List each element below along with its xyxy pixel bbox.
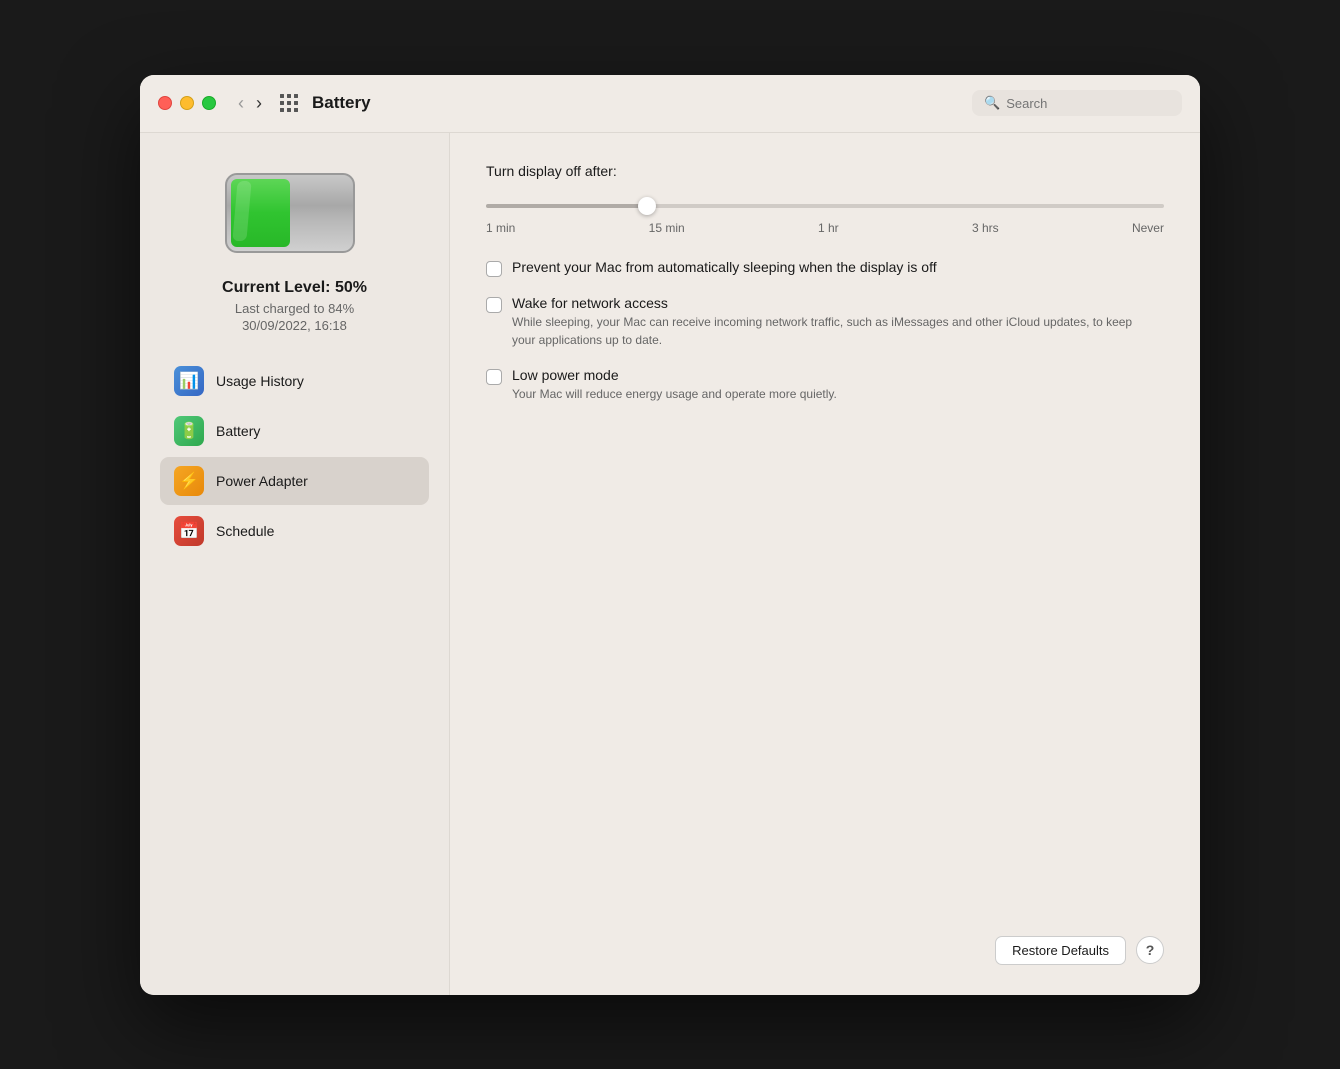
slider-label-3hrs: 3 hrs — [972, 221, 999, 235]
grid-dot — [280, 94, 284, 98]
wake-network-text: Wake for network access While sleeping, … — [512, 295, 1152, 349]
slider-labels: 1 min 15 min 1 hr 3 hrs Never — [486, 221, 1164, 235]
sidebar-item-battery[interactable]: 🔋 Battery — [160, 407, 429, 455]
sidebar-nav: 📊 Usage History 🔋 Battery ⚡ Power Adapter 📅 Sch… — [140, 357, 449, 555]
wake-network-desc: While sleeping, your Mac can receive inc… — [512, 313, 1152, 349]
battery-stats: Current Level: 50% Last charged to 84% 3… — [222, 279, 367, 333]
search-bar[interactable]: 🔍 — [972, 90, 1182, 116]
current-level: Current Level: 50% — [222, 279, 367, 297]
prevent-sleep-title: Prevent your Mac from automatically slee… — [512, 259, 937, 275]
help-button[interactable]: ? — [1136, 936, 1164, 964]
option-wake-network: Wake for network access While sleeping, … — [486, 295, 1164, 349]
grid-dot — [287, 101, 291, 105]
low-power-desc: Your Mac will reduce energy usage and op… — [512, 385, 837, 403]
schedule-label: Schedule — [216, 523, 274, 539]
nav-buttons: ‹ › — [234, 92, 266, 114]
battery-tip — [353, 201, 355, 225]
battery-label: Battery — [216, 423, 260, 439]
prevent-sleep-text: Prevent your Mac from automatically slee… — [512, 259, 937, 277]
bottom-bar: Restore Defaults ? — [486, 920, 1164, 965]
minimize-button[interactable] — [180, 96, 194, 110]
slider-label-15min: 15 min — [649, 221, 685, 235]
grid-dot — [287, 94, 291, 98]
prevent-sleep-checkbox[interactable] — [486, 261, 502, 277]
wake-network-title: Wake for network access — [512, 295, 1152, 311]
forward-button[interactable]: › — [252, 92, 266, 114]
grid-dot — [294, 108, 298, 112]
schedule-icon: 📅 — [174, 516, 204, 546]
slider-label-1min: 1 min — [486, 221, 515, 235]
slider-label-never: Never — [1132, 221, 1164, 235]
display-off-label: Turn display off after: — [486, 163, 1164, 179]
back-button[interactable]: ‹ — [234, 92, 248, 114]
close-button[interactable] — [158, 96, 172, 110]
battery-illustration — [225, 173, 365, 263]
grid-dot — [294, 94, 298, 98]
usage-history-label: Usage History — [216, 373, 304, 389]
search-icon: 🔍 — [984, 95, 1000, 111]
slider-range — [486, 195, 1164, 213]
traffic-lights — [158, 96, 216, 110]
sidebar: Current Level: 50% Last charged to 84% 3… — [140, 133, 450, 995]
grid-dot — [280, 108, 284, 112]
option-prevent-sleep: Prevent your Mac from automatically slee… — [486, 259, 1164, 277]
low-power-checkbox[interactable] — [486, 369, 502, 385]
window-title: Battery — [312, 93, 371, 113]
options-section: Prevent your Mac from automatically slee… — [486, 259, 1164, 920]
usage-history-icon: 📊 — [174, 366, 204, 396]
battery-body — [225, 173, 355, 253]
grid-icon[interactable] — [280, 94, 298, 112]
grid-dot — [280, 101, 284, 105]
last-charged: Last charged to 84% — [222, 301, 367, 316]
slider-container: 1 min 15 min 1 hr 3 hrs Never — [486, 195, 1164, 235]
battery-icon: 🔋 — [174, 416, 204, 446]
power-adapter-label: Power Adapter — [216, 473, 308, 489]
content-panel: Turn display off after: 1 min 15 min 1 h… — [450, 133, 1200, 995]
titlebar: ‹ › Battery 🔍 — [140, 75, 1200, 133]
sidebar-item-usage-history[interactable]: 📊 Usage History — [160, 357, 429, 405]
grid-dot — [294, 101, 298, 105]
search-input[interactable] — [1006, 96, 1170, 111]
option-low-power: Low power mode Your Mac will reduce ener… — [486, 367, 1164, 403]
charge-date: 30/09/2022, 16:18 — [222, 318, 367, 333]
power-adapter-icon: ⚡ — [174, 466, 204, 496]
wake-network-checkbox[interactable] — [486, 297, 502, 313]
restore-defaults-button[interactable]: Restore Defaults — [995, 936, 1126, 965]
sidebar-item-power-adapter[interactable]: ⚡ Power Adapter — [160, 457, 429, 505]
low-power-text: Low power mode Your Mac will reduce ener… — [512, 367, 837, 403]
grid-dot — [287, 108, 291, 112]
main-content: Current Level: 50% Last charged to 84% 3… — [140, 133, 1200, 995]
maximize-button[interactable] — [202, 96, 216, 110]
main-window: ‹ › Battery 🔍 — [140, 75, 1200, 995]
low-power-title: Low power mode — [512, 367, 837, 383]
sidebar-item-schedule[interactable]: 📅 Schedule — [160, 507, 429, 555]
display-timer-slider[interactable] — [486, 204, 1164, 208]
slider-label-1hr: 1 hr — [818, 221, 839, 235]
